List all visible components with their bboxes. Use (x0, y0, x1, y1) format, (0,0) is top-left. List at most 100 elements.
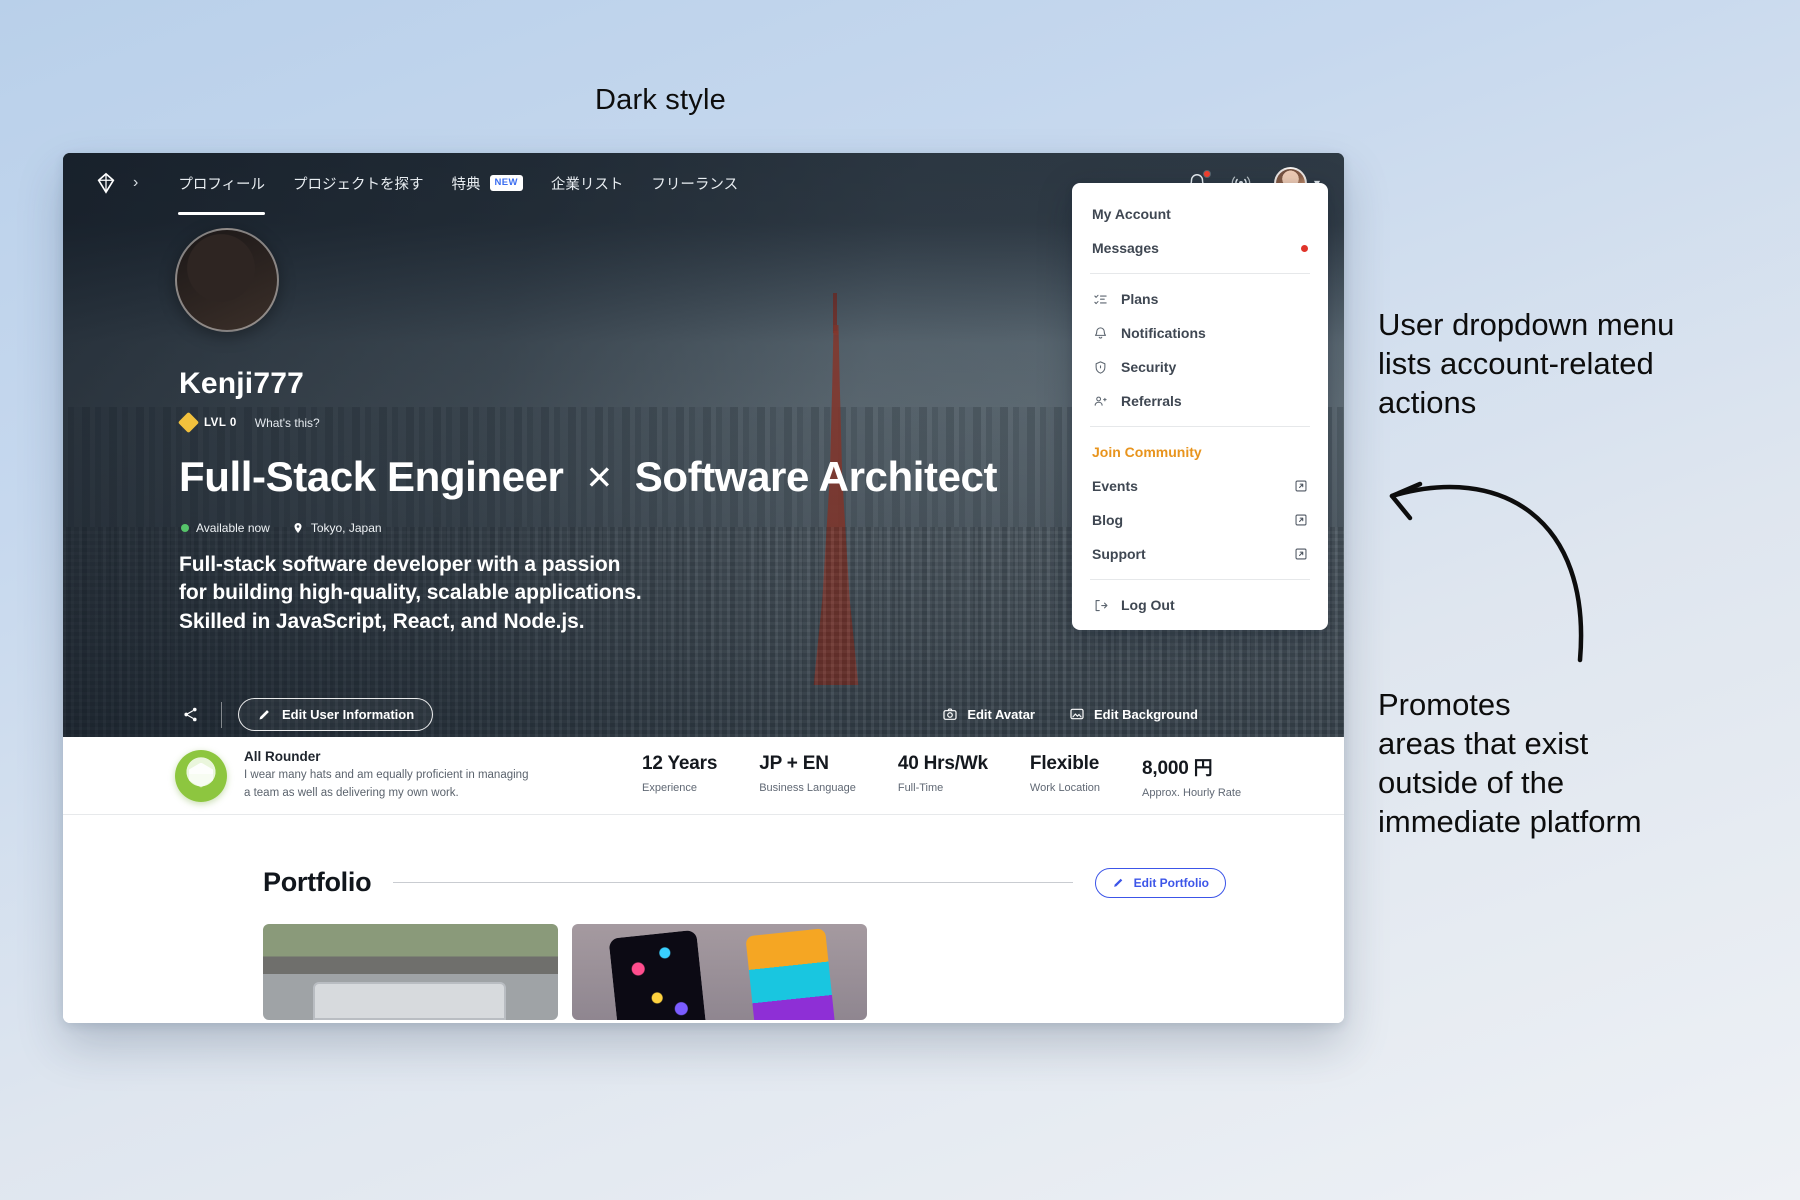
logout-icon (1092, 597, 1108, 613)
dropdown-item-support[interactable]: Support (1072, 537, 1328, 571)
nav-badge-new: NEW (490, 175, 523, 191)
dropdown-item-blog[interactable]: Blog (1072, 503, 1328, 537)
dropdown-item-log-out[interactable]: Log Out (1072, 588, 1328, 622)
stat-hourly-rate: 8,000 円 Approx. Hourly Rate (1142, 753, 1241, 799)
external-link-icon (1294, 479, 1308, 493)
stat-value: 8,000 円 (1142, 753, 1241, 780)
stat-value: 40 Hrs/Wk (898, 753, 988, 775)
all-rounder-description: I wear many hats and am equally proficie… (244, 767, 534, 803)
dropdown-item-notifications[interactable]: Notifications (1072, 316, 1328, 350)
stat-business-language: JP + EN Business Language (759, 753, 856, 794)
portfolio-section: Portfolio Edit Portfolio (63, 815, 1344, 1023)
dropdown-item-join-community[interactable]: Join Community (1072, 435, 1328, 469)
nav-link-freelance[interactable]: フリーランス (637, 154, 752, 213)
dropdown-item-plans[interactable]: Plans (1072, 282, 1328, 316)
nav-link-label: プロジェクトを探す (293, 173, 424, 194)
pencil-icon (1112, 876, 1125, 889)
action-divider (221, 702, 222, 728)
location: Tokyo, Japan (292, 521, 382, 535)
level-label: LVL 0 (204, 417, 237, 429)
dropdown-item-label: Join Community (1092, 444, 1308, 460)
stat-work-location: Flexible Work Location (1030, 753, 1100, 794)
stat-value: 12 Years (642, 753, 717, 775)
stat-experience: 12 Years Experience (642, 753, 717, 794)
edit-portfolio-label: Edit Portfolio (1134, 876, 1209, 890)
hero-edit-links: Edit Avatar Edit Background (942, 706, 1198, 722)
nav-link-label: プロフィール (178, 173, 265, 194)
dropdown-section-session: Log Out (1072, 580, 1328, 630)
nav-link-label: フリーランス (651, 173, 738, 194)
stat-label: Approx. Hourly Rate (1142, 787, 1241, 799)
stat-value: Flexible (1030, 753, 1100, 775)
image-icon (1069, 706, 1085, 722)
dropdown-item-label: Log Out (1121, 597, 1308, 613)
edit-background-label: Edit Background (1094, 707, 1198, 722)
location-label: Tokyo, Japan (311, 521, 382, 535)
nav-link-label: 企業リスト (551, 173, 624, 194)
headline-separator-icon: ✕ (586, 458, 613, 497)
nav-link-label: 特典 (452, 173, 481, 194)
dropdown-item-label: Messages (1092, 240, 1288, 256)
portfolio-card[interactable] (263, 924, 558, 1020)
all-rounder-title: All Rounder (244, 749, 534, 764)
notification-badge-dot (1203, 170, 1211, 178)
portfolio-header: Portfolio Edit Portfolio (63, 815, 1344, 898)
availability-status: Available now (181, 521, 270, 535)
dropdown-section-account: My Account Messages (1072, 189, 1328, 273)
dropdown-item-label: Security (1121, 359, 1308, 375)
edit-background-button[interactable]: Edit Background (1069, 706, 1198, 722)
dropdown-item-referrals[interactable]: Referrals (1072, 384, 1328, 418)
annotation-promotes-note: Promotes areas that exist outside of the… (1378, 685, 1798, 841)
stat-full-time: 40 Hrs/Wk Full-Time (898, 753, 988, 794)
dropdown-item-events[interactable]: Events (1072, 469, 1328, 503)
page-title: Dark style (595, 82, 726, 119)
edit-portfolio-button[interactable]: Edit Portfolio (1095, 868, 1226, 898)
chevron-right-icon[interactable]: › (133, 175, 138, 191)
external-link-icon (1294, 513, 1308, 527)
diamond-logo-icon[interactable] (95, 172, 117, 194)
external-link-icon (1294, 547, 1308, 561)
whats-this-link[interactable]: What's this? (255, 416, 320, 430)
profile-headline: Full-Stack Engineer ✕ Software Architect (179, 453, 997, 501)
profile-name: Kenji777 (179, 367, 304, 401)
dropdown-item-messages[interactable]: Messages (1072, 231, 1328, 265)
availability-label: Available now (196, 521, 270, 535)
dropdown-item-my-account[interactable]: My Account (1072, 197, 1328, 231)
level-diamond-icon (178, 412, 199, 433)
nav-links: プロフィール プロジェクトを探す 特典 NEW 企業リスト フリーランス (164, 154, 752, 213)
stat-label: Full-Time (898, 782, 988, 794)
share-icon[interactable] (175, 700, 205, 730)
dropdown-item-security[interactable]: Security (1072, 350, 1328, 384)
dropdown-item-label: Referrals (1121, 393, 1308, 409)
portfolio-cards (63, 898, 1344, 1020)
dropdown-item-label: My Account (1092, 206, 1308, 222)
app-window: › プロフィール プロジェクトを探す 特典 NEW 企業リスト フリーランス (63, 153, 1344, 1023)
dropdown-item-label: Events (1092, 478, 1281, 494)
dropdown-section-community: Join Community Events Blog (1072, 427, 1328, 579)
edit-avatar-button[interactable]: Edit Avatar (942, 706, 1035, 722)
unread-dot-icon (1301, 245, 1308, 252)
stats-bar: All Rounder I wear many hats and am equa… (63, 737, 1344, 815)
dropdown-item-label: Plans (1121, 291, 1308, 307)
annotation-dropdown-note: User dropdown menu lists account-related… (1378, 305, 1798, 422)
dropdown-item-label: Support (1092, 546, 1281, 562)
stat-label: Work Location (1030, 782, 1100, 794)
status-dot-icon (181, 524, 189, 532)
nav-link-company-list[interactable]: 企業リスト (537, 154, 638, 213)
camera-icon (942, 706, 958, 722)
user-dropdown-menu[interactable]: My Account Messages Plans (1072, 183, 1328, 630)
profile-action-row: Edit User Information (175, 698, 433, 731)
stat-label: Business Language (759, 782, 856, 794)
dropdown-item-label: Notifications (1121, 325, 1308, 341)
portfolio-card[interactable] (572, 924, 867, 1020)
shield-icon (1092, 359, 1108, 375)
nav-link-benefits[interactable]: 特典 NEW (438, 154, 537, 213)
edit-user-information-button[interactable]: Edit User Information (238, 698, 433, 731)
profile-avatar[interactable] (175, 228, 279, 332)
profile-bio: Full-stack software developer with a pas… (179, 551, 649, 636)
profile-hero: › プロフィール プロジェクトを探す 特典 NEW 企業リスト フリーランス (63, 153, 1344, 737)
stat-label: Experience (642, 782, 717, 794)
nav-link-find-projects[interactable]: プロジェクトを探す (279, 154, 438, 213)
profile-meta-row: Available now Tokyo, Japan (181, 521, 382, 535)
nav-link-profile[interactable]: プロフィール (164, 154, 279, 213)
